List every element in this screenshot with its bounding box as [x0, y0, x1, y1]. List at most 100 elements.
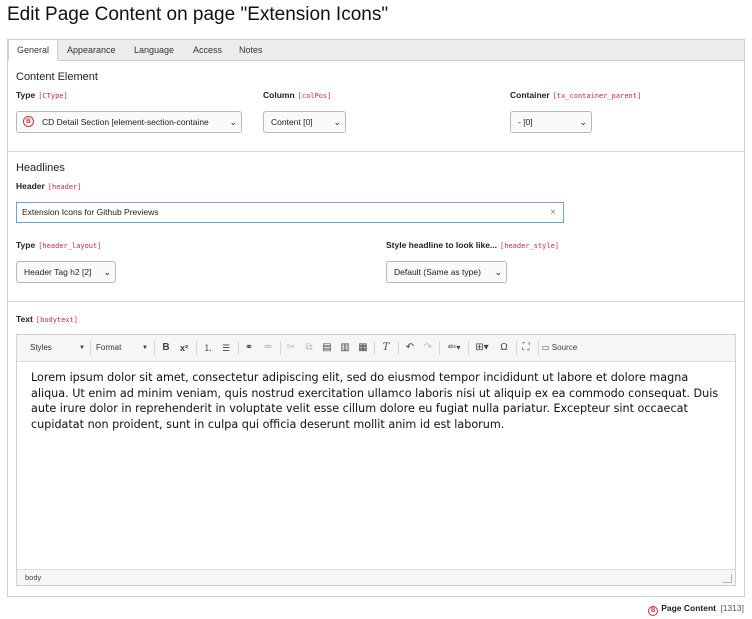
container-parent-code: [tx_container_parent] — [553, 92, 642, 100]
content-type-icon: B — [23, 116, 34, 127]
chevron-down-icon: ⌄ — [579, 112, 587, 132]
paste-word-icon[interactable]: ▦ — [356, 340, 370, 356]
styles-dropdown-label: Styles — [30, 343, 52, 352]
chevron-down-icon: ⌄ — [494, 262, 502, 282]
header-layout-select[interactable]: Header Tag h2 [2] ⌄ — [16, 261, 116, 283]
header-code: [header] — [48, 183, 82, 191]
clear-icon[interactable]: × — [550, 203, 556, 222]
header-layout-label: Type[header_layout] — [16, 240, 101, 250]
styles-dropdown[interactable]: Styles ▼ — [30, 339, 85, 357]
record-name: Page Content — [661, 603, 716, 613]
format-dropdown-label: Format — [96, 343, 121, 352]
toolbar-separator — [468, 341, 469, 355]
toolbar-separator — [238, 341, 239, 355]
record-info: BPage Content [1313] — [648, 603, 744, 616]
toolbar-separator — [280, 341, 281, 355]
paste-text-icon[interactable]: ▥ — [338, 340, 352, 356]
ctype-select[interactable]: B CD Detail Section [element-section-con… — [16, 111, 242, 133]
undo-icon[interactable]: ↶ — [403, 340, 417, 356]
tab-general[interactable]: General — [8, 39, 58, 61]
header-layout-code: [header_layout] — [38, 242, 101, 250]
header-style-code: [header_style] — [500, 242, 559, 250]
colpos-select[interactable]: Content [0] ⌄ — [263, 111, 346, 133]
section-divider — [8, 151, 744, 152]
section-divider — [8, 301, 744, 302]
bold-icon[interactable]: B — [159, 340, 173, 356]
toolbar-separator — [516, 341, 517, 355]
superscript-icon[interactable]: x² — [177, 340, 191, 356]
bodytext-label-text: Text — [16, 314, 33, 324]
format-dropdown[interactable]: Format ▼ — [96, 339, 148, 357]
edit-form-panel: General Appearance Language Access Notes… — [7, 39, 745, 597]
tab-notes[interactable]: Notes — [231, 40, 271, 61]
editor-toolbar: Styles ▼ Format ▼ B x² ⒈ ☰ ⚭ ⚮ ✂ ⧉ ▤ ▥ ▦ — [17, 335, 735, 362]
bodytext-label: Text[bodytext] — [16, 314, 78, 324]
toolbar-separator — [439, 341, 440, 355]
table-icon[interactable]: ⊞▾ — [472, 340, 492, 356]
element-path[interactable]: body — [25, 573, 41, 582]
container-parent-label-text: Container — [510, 90, 550, 100]
toolbar-separator — [154, 341, 155, 355]
tab-appearance[interactable]: Appearance — [59, 40, 124, 61]
page-title: Edit Page Content on page "Extension Ico… — [7, 4, 388, 26]
header-style-select[interactable]: Default (Same as type) ⌄ — [386, 261, 507, 283]
chevron-down-icon: ⌄ — [103, 262, 111, 282]
tab-access[interactable]: Access — [185, 40, 230, 61]
header-label: Header[header] — [16, 181, 82, 191]
source-icon: ▭ — [542, 343, 550, 352]
content-element-section-title: Content Element — [16, 71, 98, 83]
resize-handle-icon[interactable] — [723, 574, 732, 583]
paste-icon[interactable]: ▤ — [320, 340, 334, 356]
colpos-select-value: Content [0] — [271, 117, 313, 127]
caret-down-icon: ▼ — [142, 339, 148, 357]
numbered-list-icon[interactable]: ⒈ — [201, 340, 215, 356]
source-button[interactable]: ▭ Source — [542, 340, 584, 356]
link-icon[interactable]: ⚭ — [242, 340, 256, 356]
toolbar-separator — [90, 341, 91, 355]
header-input-value: Extension Icons for Github Previews — [22, 207, 159, 217]
bulleted-list-icon[interactable]: ☰ — [219, 340, 233, 356]
colpos-code: [colPos] — [298, 92, 332, 100]
rich-text-editor: Styles ▼ Format ▼ B x² ⒈ ☰ ⚭ ⚮ ✂ ⧉ ▤ ▥ ▦ — [16, 334, 736, 586]
header-style-select-value: Default (Same as type) — [394, 267, 481, 277]
redo-icon[interactable]: ↷ — [421, 340, 435, 356]
header-label-text: Header — [16, 181, 45, 191]
spellcheck-icon[interactable]: ᵃᵇᶜ▾ — [444, 340, 464, 356]
header-layout-label-text: Type — [16, 240, 35, 250]
toolbar-separator — [538, 341, 539, 355]
colpos-label-text: Column — [263, 90, 295, 100]
bodytext-code: [bodytext] — [36, 316, 78, 324]
caret-down-icon: ▼ — [79, 339, 85, 357]
headlines-section-title: Headlines — [16, 162, 65, 174]
cut-icon[interactable]: ✂ — [284, 340, 298, 356]
ctype-select-value: CD Detail Section [element-section-conta… — [42, 117, 209, 127]
toolbar-separator — [374, 341, 375, 355]
special-character-icon[interactable]: Ω — [497, 340, 511, 356]
record-id: [1313] — [720, 603, 744, 613]
ctype-code: [CType] — [38, 92, 68, 100]
content-type-icon: B — [648, 606, 658, 616]
source-button-label: Source — [552, 343, 577, 352]
tab-language[interactable]: Language — [126, 40, 182, 61]
colpos-label: Column[colPos] — [263, 90, 331, 100]
header-style-label-text: Style headline to look like... — [386, 240, 497, 250]
chevron-down-icon: ⌄ — [229, 112, 237, 132]
ctype-label: Type[CType] — [16, 90, 68, 100]
header-layout-select-value: Header Tag h2 [2] — [24, 267, 91, 277]
editor-status-bar: body — [17, 569, 735, 585]
header-input[interactable]: Extension Icons for Github Previews × — [16, 202, 564, 223]
container-parent-select[interactable]: - [0] ⌄ — [510, 111, 592, 133]
maximize-icon[interactable]: ⛶ — [519, 340, 533, 356]
copy-icon[interactable]: ⧉ — [302, 340, 316, 356]
chevron-down-icon: ⌄ — [333, 112, 341, 132]
ctype-label-text: Type — [16, 90, 35, 100]
unlink-icon[interactable]: ⚮ — [261, 340, 275, 356]
editor-content[interactable]: Lorem ipsum dolor sit amet, consectetur … — [31, 370, 721, 433]
remove-format-icon[interactable]: T — [379, 340, 393, 356]
toolbar-separator — [398, 341, 399, 355]
container-parent-label: Container[tx_container_parent] — [510, 90, 641, 100]
container-parent-select-value: - [0] — [518, 117, 533, 127]
tab-bar: General Appearance Language Access Notes — [8, 40, 744, 61]
toolbar-separator — [196, 341, 197, 355]
header-style-label: Style headline to look like...[header_st… — [386, 240, 559, 250]
